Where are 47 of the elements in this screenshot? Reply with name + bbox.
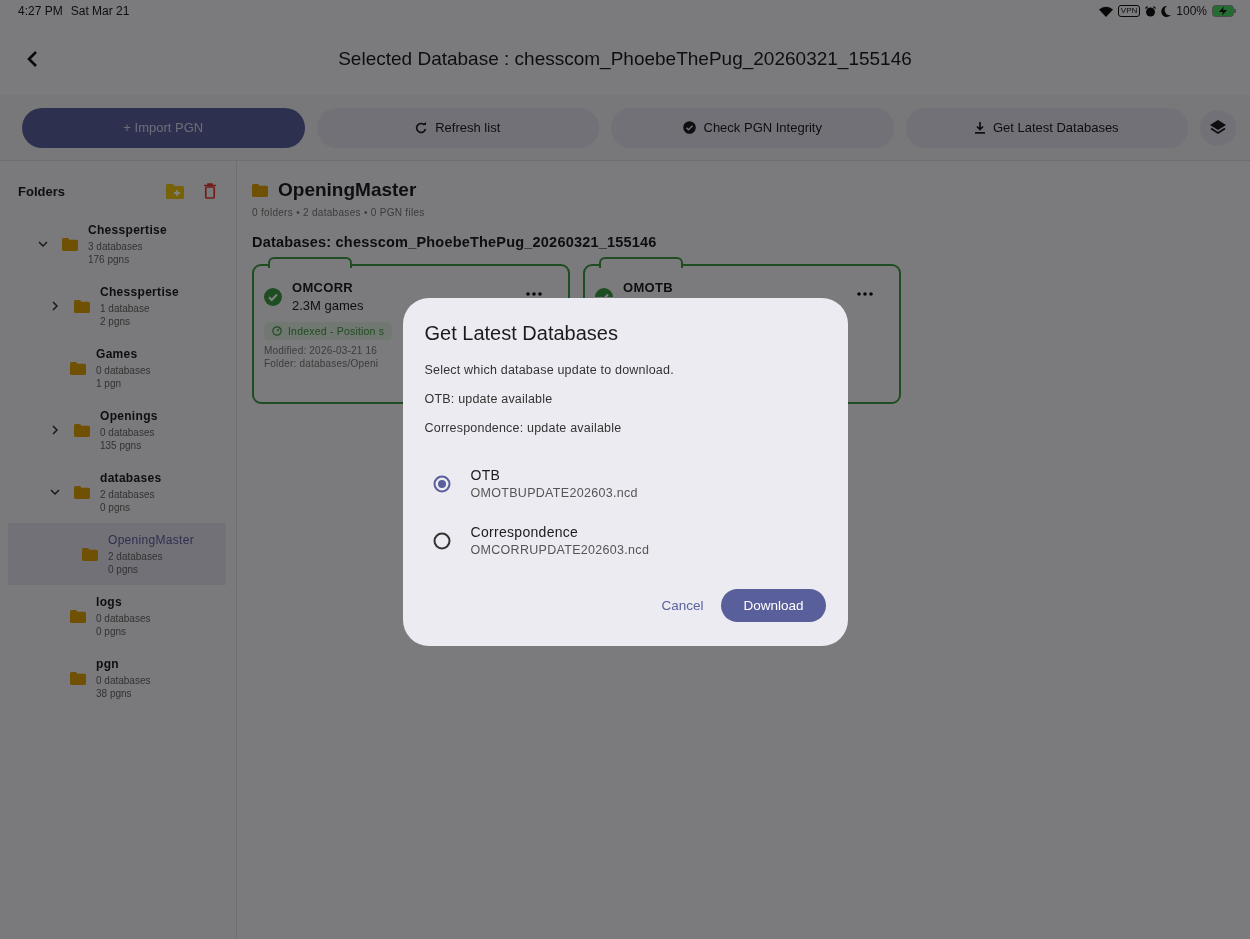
folder-pgn-count: 0 pgns (100, 500, 132, 514)
database-name: OMCORR (292, 280, 355, 295)
folder-name: pgn (96, 656, 120, 671)
page-title: Selected Database : chesscom_PhoebeThePug_20260321_155146 (337, 47, 913, 70)
section-title: Databases: chesscom_PhoebeThePug_20260321_155146 (252, 234, 658, 250)
folder-summary: 0 folders • 2 databases • 0 PGN files (252, 207, 426, 218)
folder-pgn-count: 2 pgns (100, 314, 132, 328)
status-time: 4:27 PM (18, 4, 63, 18)
index-status-chip: Indexed - Position s (264, 322, 393, 340)
folder-database-count: 0 databases (96, 673, 151, 687)
database-name: OMOTB (623, 280, 673, 295)
game-count: 2.3M games (292, 298, 364, 313)
update-status: Correspondence: update available (424, 421, 623, 435)
dialog-message: Select which database update to download. (424, 363, 675, 377)
folder-name: Chesspertise (88, 222, 167, 237)
battery-percentage: 100% (1176, 4, 1207, 18)
modified-date: Modified: 2026-03-21 16 (264, 344, 377, 357)
status-date: Sat Mar 21 (70, 4, 130, 18)
folder-pgn-count: 1 pgn (96, 376, 123, 390)
folder-pgn-count: 0 pgns (96, 624, 128, 638)
folder-pgn-count: 176 pgns (88, 252, 131, 266)
folder-name: logs (96, 594, 123, 609)
folder-database-count: 3 databases (88, 239, 144, 253)
dialog-title: Get Latest Databases (424, 322, 619, 345)
folder-pgn-count: 38 pgns (96, 686, 133, 700)
folder-database-count: 1 database (100, 301, 151, 315)
update-status: OTB: update available (424, 392, 554, 406)
vpn-badge: VPN (1117, 5, 1141, 17)
folder-name: Games (96, 346, 139, 361)
folder-name: OpeningMaster (108, 532, 194, 547)
folder-database-count: 0 databases (96, 611, 151, 625)
folder-database-count: 2 databases (100, 487, 156, 501)
folder-database-count: 0 databases (100, 425, 156, 439)
folder-name: Chesspertise (100, 284, 179, 299)
sidebar-title: Folders (18, 183, 66, 199)
folder-title: OpeningMaster (278, 179, 417, 201)
folder-database-count: 0 databases (96, 363, 151, 377)
option-label: Correspondence (470, 524, 580, 540)
option-filename: OMCORRUPDATE202603.ncd (470, 543, 650, 557)
folder-name: Openings (100, 408, 158, 423)
folder-name: databases (100, 470, 162, 485)
folder-pgn-count: 0 pgns (108, 562, 140, 576)
option-label: OTB (470, 467, 502, 483)
folder-path: Folder: databases/Openi (264, 357, 379, 370)
option-filename: OMOTBUPDATE202603.ncd (470, 486, 638, 500)
folder-database-count: 2 databases (108, 549, 164, 563)
folder-pgn-count: 135 pgns (100, 438, 143, 452)
